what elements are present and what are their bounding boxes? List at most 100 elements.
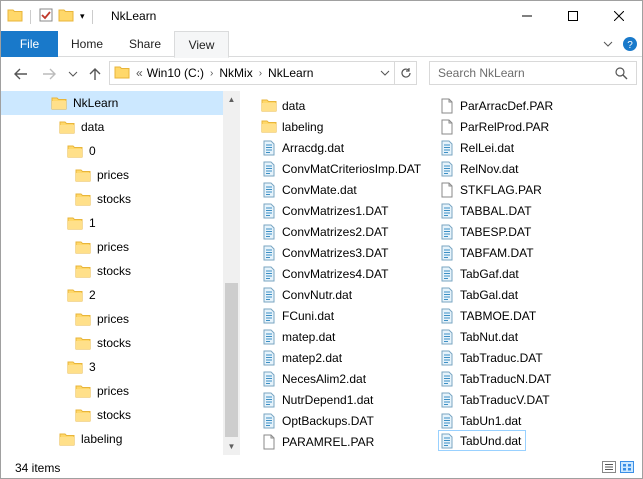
- tree-item[interactable]: prices: [75, 379, 129, 403]
- file-item[interactable]: FCuni.dat: [261, 305, 334, 326]
- maximize-button[interactable]: [550, 1, 596, 31]
- file-item[interactable]: ConvMatrizes2.DAT: [261, 221, 388, 242]
- expand-ribbon-icon[interactable]: [602, 38, 614, 53]
- file-item[interactable]: TabTraduc.DAT: [439, 347, 543, 368]
- file-item[interactable]: ConvMatrizes4.DAT: [261, 263, 388, 284]
- file-item[interactable]: TABBAL.DAT: [439, 200, 532, 221]
- scrollbar-thumb[interactable]: [225, 283, 238, 437]
- tree-item[interactable]: stocks: [75, 403, 131, 427]
- folder-icon: [59, 432, 75, 446]
- tree-item[interactable]: prices: [75, 235, 129, 259]
- file-item[interactable]: ConvMatrizes1.DAT: [261, 200, 388, 221]
- tree-item[interactable]: stocks: [75, 259, 131, 283]
- tree-item[interactable]: 2: [67, 283, 96, 307]
- file-item[interactable]: TABESP.DAT: [439, 221, 531, 242]
- properties-icon[interactable]: [38, 7, 54, 26]
- recent-locations-button[interactable]: [65, 66, 81, 82]
- file-item[interactable]: ParRelProd.PAR: [439, 116, 549, 137]
- ribbon-tabs: File Home Share View ?: [1, 31, 642, 58]
- tree-item[interactable]: 0: [67, 139, 96, 163]
- navigation-tree: NkLearn data 0 prices stocks 1 prices stocks 2 pr…: [1, 91, 239, 455]
- file-item[interactable]: matep.dat: [261, 326, 335, 347]
- file-item[interactable]: TABMOE.DAT: [439, 305, 536, 326]
- tree-scrollbar[interactable]: ▲ ▼: [223, 91, 240, 455]
- tree-item[interactable]: stocks: [75, 187, 131, 211]
- search-icon[interactable]: [615, 67, 628, 83]
- folder-item[interactable]: data: [261, 95, 305, 116]
- file-item[interactable]: NecesAlim2.dat: [261, 368, 366, 389]
- tree-item[interactable]: 3: [67, 355, 96, 379]
- file-item[interactable]: TabUnd.dat: [438, 430, 527, 451]
- file-item[interactable]: RelNov.dat: [439, 158, 518, 179]
- file-item[interactable]: PARAMREL.PAR: [261, 431, 374, 452]
- file-name: TabGaf.dat: [460, 266, 519, 281]
- folder-icon: [75, 408, 91, 422]
- item-count: 34 items: [15, 461, 61, 475]
- scroll-down-icon[interactable]: ▼: [223, 438, 240, 455]
- address-dropdown-icon[interactable]: [380, 66, 390, 83]
- file-item[interactable]: STKFLAG.PAR: [439, 179, 542, 200]
- tree-item[interactable]: data: [59, 115, 104, 139]
- forward-button[interactable]: [41, 66, 57, 82]
- file-name: ConvMatCriteriosImp.DAT: [282, 161, 422, 176]
- details-view-icon[interactable]: [602, 461, 616, 476]
- refresh-icon[interactable]: [394, 62, 416, 84]
- up-button[interactable]: [87, 66, 103, 82]
- file-item[interactable]: ConvMatrizes3.DAT: [261, 242, 388, 263]
- tab-home[interactable]: Home: [58, 31, 116, 57]
- address-segment-drive[interactable]: Win10 (C:): [147, 66, 204, 80]
- file-item[interactable]: TABFAM.DAT: [439, 242, 534, 263]
- address-segment-nklearn[interactable]: NkLearn: [268, 66, 313, 80]
- chevron-right-icon[interactable]: ›: [210, 68, 213, 79]
- file-item[interactable]: TabTraducV.DAT: [439, 389, 550, 410]
- file-item[interactable]: ConvNutr.dat: [261, 284, 352, 305]
- tree-item[interactable]: stocks: [75, 331, 131, 355]
- address-bar[interactable]: « Win10 (C:) › NkMix › NkLearn: [109, 61, 417, 85]
- folder-icon: [75, 264, 91, 278]
- dat-file-icon: [439, 350, 455, 366]
- dat-file-icon: [261, 140, 277, 156]
- dat-file-icon: [439, 203, 455, 219]
- view-toggle: [602, 461, 634, 476]
- close-button[interactable]: [596, 1, 642, 31]
- file-item[interactable]: matep2.dat: [261, 347, 342, 368]
- file-item[interactable]: RelLei.dat: [439, 137, 514, 158]
- search-input[interactable]: Search NkLearn: [429, 61, 637, 85]
- file-item[interactable]: ConvMate.dat: [261, 179, 357, 200]
- file-item[interactable]: TabUn1.dat: [439, 410, 521, 431]
- chevron-right-icon[interactable]: ›: [259, 68, 262, 79]
- address-segment-nkmix[interactable]: NkMix: [219, 66, 252, 80]
- help-icon[interactable]: ?: [622, 36, 638, 55]
- new-folder-icon[interactable]: [58, 7, 74, 26]
- address-overflow[interactable]: «: [136, 66, 143, 80]
- file-item[interactable]: TabGal.dat: [439, 284, 518, 305]
- file-item[interactable]: OptBackups.DAT: [261, 410, 374, 431]
- tree-item[interactable]: labeling: [59, 427, 122, 451]
- tab-file[interactable]: File: [1, 31, 58, 57]
- tree-item[interactable]: prices: [75, 307, 129, 331]
- tree-item[interactable]: prices: [75, 163, 129, 187]
- tab-share[interactable]: Share: [116, 31, 174, 57]
- file-name: TabNut.dat: [460, 329, 519, 344]
- qat-customize-icon[interactable]: ▾: [80, 11, 85, 22]
- file-item[interactable]: NutrDepend1.dat: [261, 389, 373, 410]
- tree-item[interactable]: NkLearn: [51, 91, 118, 115]
- qat-separator: [30, 9, 31, 24]
- large-icons-view-icon[interactable]: [620, 461, 634, 476]
- file-item[interactable]: Arracdg.dat: [261, 137, 344, 158]
- file-item[interactable]: TabTraducN.DAT: [439, 368, 551, 389]
- file-item[interactable]: TabGaf.dat: [439, 263, 519, 284]
- file-item[interactable]: ConvMatCriteriosImp.DAT: [261, 158, 421, 179]
- folder-icon: [75, 312, 91, 326]
- file-name: matep2.dat: [282, 350, 343, 365]
- back-button[interactable]: [13, 66, 29, 82]
- tab-view[interactable]: View: [174, 31, 229, 58]
- tree-item[interactable]: 1: [67, 211, 96, 235]
- file-item[interactable]: TabNut.dat: [439, 326, 518, 347]
- scroll-up-icon[interactable]: ▲: [223, 91, 240, 108]
- minimize-button[interactable]: [504, 1, 550, 31]
- dat-file-icon: [261, 245, 277, 261]
- file-item[interactable]: ParArracDef.PAR: [439, 95, 553, 116]
- qat-separator: [91, 9, 93, 24]
- folder-item[interactable]: labeling: [261, 116, 323, 137]
